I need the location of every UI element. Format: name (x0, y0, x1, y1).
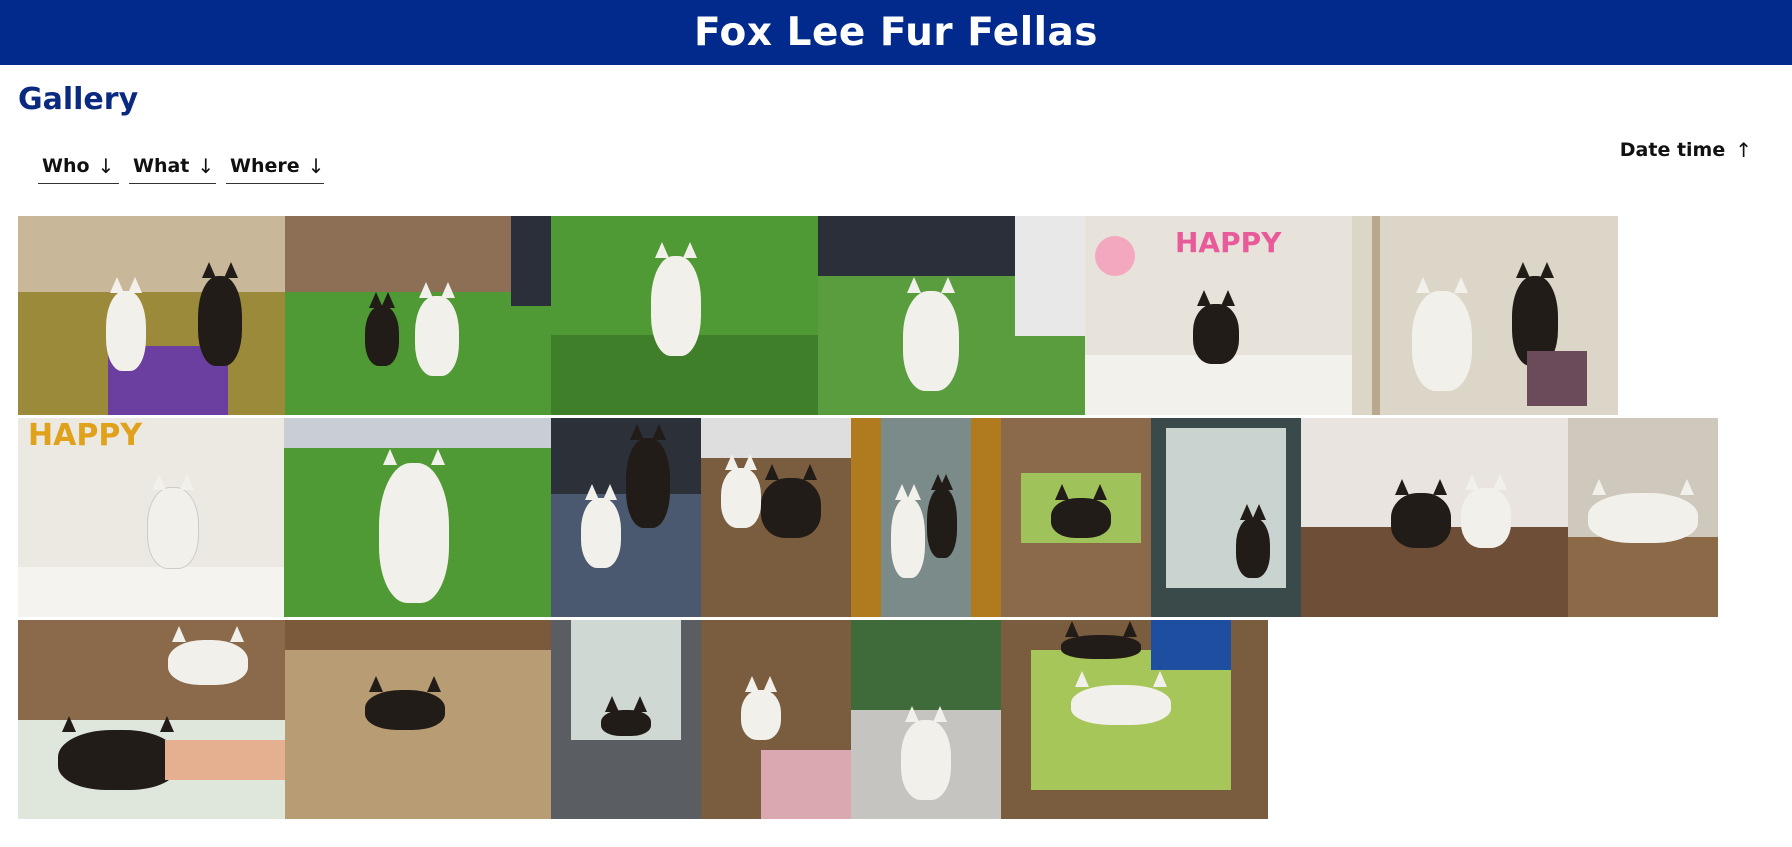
gallery-photo[interactable] (1001, 418, 1151, 617)
gallery-photo[interactable] (851, 418, 1001, 617)
site-title[interactable]: Fox Lee Fur Fellas (694, 10, 1098, 55)
gallery-photo[interactable]: HAPPY (18, 418, 284, 617)
filter-what-button[interactable]: What ↓ (129, 148, 216, 184)
gallery-photo[interactable] (18, 620, 285, 819)
gallery-photo[interactable] (1301, 418, 1568, 617)
sort-date-time-label: Date time (1619, 139, 1726, 161)
gallery-photo[interactable] (551, 418, 701, 617)
gallery-photo[interactable] (1352, 216, 1618, 415)
gallery-photo[interactable] (551, 216, 818, 415)
gallery-photo[interactable] (701, 418, 851, 617)
gallery-photo[interactable] (1151, 418, 1301, 617)
filter-where-button[interactable]: Where ↓ (226, 148, 324, 184)
arrow-down-icon: ↓ (97, 153, 115, 178)
gallery-photo[interactable]: HAPPY (1085, 216, 1352, 415)
filter-who-label: Who (42, 154, 90, 177)
site-header: Fox Lee Fur Fellas (0, 0, 1792, 65)
gallery-photo[interactable] (701, 620, 851, 819)
filter-who-button[interactable]: Who ↓ (38, 148, 119, 184)
gallery-photo[interactable] (18, 216, 285, 415)
gallery-photo[interactable] (851, 620, 1001, 819)
arrow-up-icon: ↑ (1735, 138, 1752, 162)
gallery-photo[interactable] (284, 418, 551, 617)
page-title: Gallery (18, 82, 139, 117)
filter-what-label: What (133, 154, 190, 177)
arrow-down-icon: ↓ (197, 153, 215, 178)
gallery-photo[interactable] (1001, 620, 1268, 819)
gallery-photo[interactable] (1568, 418, 1718, 617)
filter-where-label: Where (230, 154, 300, 177)
gallery-photo[interactable] (551, 620, 701, 819)
gallery-photo[interactable] (285, 620, 551, 819)
arrow-down-icon: ↓ (307, 153, 325, 178)
gallery-photo[interactable] (285, 216, 551, 415)
gallery-photo[interactable] (818, 216, 1085, 415)
sort-date-time-button[interactable]: Date time ↑ (1620, 138, 1752, 162)
